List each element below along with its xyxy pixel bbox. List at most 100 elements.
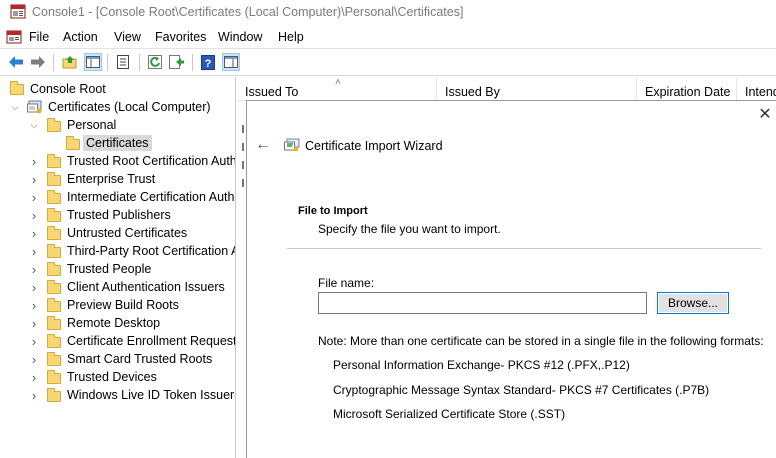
tree-item-folder[interactable]: › Untrusted Certificates [0, 224, 235, 242]
tree-item-folder[interactable]: › Remote Desktop [0, 314, 235, 332]
folder-icon [47, 262, 61, 276]
chevron-right-icon[interactable]: › [29, 154, 39, 169]
folder-icon [47, 226, 61, 240]
forward-arrow-icon[interactable] [29, 53, 47, 71]
tree-item-label: Remote Desktop [67, 316, 161, 330]
tree-item-label: Trusted Publishers [67, 208, 171, 222]
tree-item-folder[interactable]: › Trusted Publishers [0, 206, 235, 224]
browse-button[interactable]: Browse... [657, 292, 729, 314]
chevron-right-icon[interactable]: › [29, 280, 39, 295]
menu-favorites[interactable]: Favorites [155, 30, 206, 44]
column-intended-purposes[interactable]: Intend [737, 77, 776, 101]
tree-item-folder[interactable]: › Trusted People [0, 260, 235, 278]
chevron-right-icon[interactable]: › [29, 208, 39, 223]
toolbar-separator [107, 54, 108, 71]
back-arrow-icon[interactable]: ← [255, 137, 271, 153]
folder-icon [47, 118, 61, 132]
tree-item-label: Smart Card Trusted Roots [67, 352, 213, 366]
chevron-down-icon[interactable]: ⌵ [29, 120, 39, 130]
tree-item-console-root[interactable]: Console Root [0, 80, 235, 98]
close-icon[interactable]: ✕ [757, 107, 773, 123]
export-list-icon[interactable] [168, 53, 186, 71]
chevron-right-icon[interactable]: › [29, 172, 39, 187]
folder-icon [47, 172, 61, 186]
tree-item-folder[interactable]: › Trusted Devices [0, 368, 235, 386]
tree-item-label: Trusted Root Certification Autho [67, 154, 236, 168]
tree-item-folder[interactable]: › Windows Live ID Token Issuer [0, 386, 235, 404]
menu-view[interactable]: View [114, 30, 141, 44]
tree-item-label: Trusted People [67, 262, 152, 276]
tree-item-label: Untrusted Certificates [67, 226, 188, 240]
tree-item-label: Certificates [83, 135, 152, 151]
section-title: File to Import [298, 205, 368, 217]
column-expiration-date[interactable]: Expiration Date [637, 77, 737, 101]
show-hide-tree-icon[interactable] [84, 53, 102, 71]
folder-icon [47, 154, 61, 168]
chevron-right-icon[interactable]: › [29, 352, 39, 367]
chevron-down-icon[interactable]: ⌵ [10, 102, 20, 112]
chevron-right-icon[interactable]: › [29, 262, 39, 277]
format-sst: Microsoft Serialized Certificate Store (… [333, 407, 566, 421]
tree-item-folder[interactable]: › Intermediate Certification Autho [0, 188, 236, 206]
tree-item-label: Intermediate Certification Autho [67, 190, 236, 204]
folder-icon [47, 280, 61, 294]
tree-item-folder[interactable]: › Preview Build Roots [0, 296, 235, 314]
folder-icon [47, 388, 61, 402]
folder-icon [47, 208, 61, 222]
folder-icon [47, 316, 61, 330]
column-issued-by[interactable]: Issued By [437, 77, 637, 101]
file-name-label: File name: [318, 276, 375, 290]
tree-item-folder[interactable]: › Enterprise Trust [0, 170, 235, 188]
menu-window[interactable]: Window [218, 30, 262, 44]
chevron-right-icon[interactable]: › [29, 226, 39, 241]
tree-item-folder[interactable]: › Third-Party Root Certification A [0, 242, 235, 260]
chevron-right-icon[interactable]: › [29, 334, 39, 349]
show-hide-action-pane-icon[interactable] [222, 53, 240, 71]
chevron-right-icon[interactable]: › [29, 370, 39, 385]
section-subtitle: Specify the file you want to import. [318, 222, 501, 236]
folder-icon [10, 81, 24, 95]
menu-action[interactable]: Action [63, 30, 98, 44]
certificate-import-wizard: ✕ ← Certificate Import Wizard File to Im… [246, 100, 776, 458]
tree-item-label: Enterprise Trust [67, 172, 156, 186]
tree-item-label: Console Root [30, 82, 106, 96]
chevron-right-icon[interactable]: › [29, 244, 39, 259]
chevron-right-icon[interactable]: › [29, 388, 39, 403]
back-arrow-icon[interactable] [7, 53, 25, 71]
tree-item-label: Trusted Devices [67, 370, 157, 384]
tree-item-folder[interactable]: › Client Authentication Issuers [0, 278, 235, 296]
properties-icon[interactable] [114, 53, 132, 71]
up-folder-icon[interactable] [61, 53, 79, 71]
menu-file[interactable]: File [29, 30, 49, 44]
menu-help[interactable]: Help [278, 30, 304, 44]
chevron-right-icon[interactable]: › [29, 298, 39, 313]
formats-note: Note: More than one certificate can be s… [318, 334, 764, 348]
certificate-store-icon [27, 100, 43, 114]
tree-item-certificates-local-computer[interactable]: ⌵ Certificates (Local Computer) [0, 98, 235, 116]
help-icon[interactable]: ? [199, 53, 217, 71]
certificate-wizard-icon [284, 138, 300, 152]
console-menu-icon[interactable] [6, 29, 22, 45]
format-pkcs12: Personal Information Exchange- PKCS #12 … [333, 358, 630, 372]
tree-item-folder[interactable]: › Smart Card Trusted Roots [0, 350, 235, 368]
refresh-icon[interactable] [146, 53, 164, 71]
console-tree: Console Root ⌵ Certificates (Local Compu… [0, 77, 236, 458]
file-name-input[interactable] [318, 292, 647, 314]
tree-item-personal-certificates[interactable]: Certificates [0, 134, 235, 152]
tree-item-folder[interactable]: › Trusted Root Certification Autho [0, 152, 236, 170]
tree-item-label: Preview Build Roots [67, 298, 179, 312]
folder-icon [47, 370, 61, 384]
tree-item-personal[interactable]: ⌵ Personal [0, 116, 235, 134]
tree-item-folder[interactable]: › Certificate Enrollment Requests [0, 332, 235, 350]
title-bar: Console1 - [Console Root\Certificates (L… [0, 0, 776, 26]
list-header: ˄ Issued To Issued By Expiration Date In… [237, 77, 776, 101]
svg-text:?: ? [205, 58, 212, 70]
chevron-right-icon[interactable]: › [29, 316, 39, 331]
folder-icon [47, 334, 61, 348]
divider [287, 248, 761, 249]
wizard-title: Certificate Import Wizard [305, 139, 443, 153]
column-issued-to[interactable]: Issued To [237, 77, 437, 101]
chevron-right-icon[interactable]: › [29, 190, 39, 205]
folder-icon [47, 244, 61, 258]
toolbar-separator [53, 54, 54, 71]
